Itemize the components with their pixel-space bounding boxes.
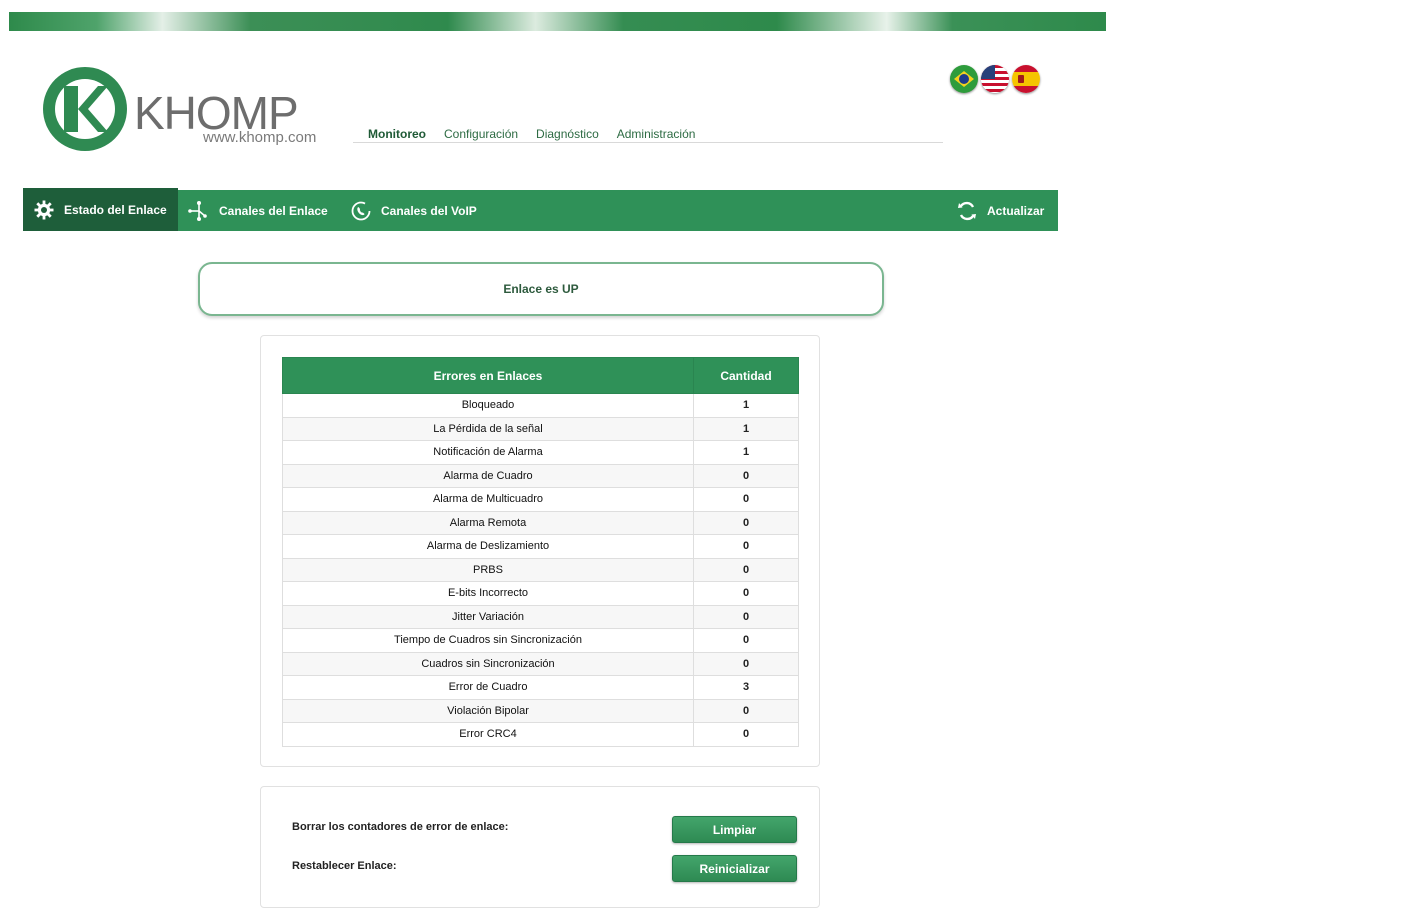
usa-flag-icon[interactable] <box>981 65 1009 93</box>
error-name-cell: PRBS <box>282 557 694 582</box>
table-row: Tiempo de Cuadros sin Sincronización 0 <box>282 628 799 653</box>
link-status-box: Enlace es UP <box>198 262 884 316</box>
error-name-cell: Bloqueado <box>282 393 694 418</box>
table-row: Notificación de Alarma 1 <box>282 440 799 465</box>
reset-button[interactable]: Reinicializar <box>672 855 797 882</box>
language-selector <box>950 65 1040 93</box>
tab-estado-del-enlace[interactable]: Estado del Enlace <box>23 188 178 231</box>
brazil-flag-icon[interactable] <box>950 65 978 93</box>
link-status-text: Enlace es UP <box>503 282 579 296</box>
error-name-cell: La Pérdida de la señal <box>282 416 694 441</box>
refresh-label: Actualizar <box>987 203 1045 218</box>
table-row: Alarma de Cuadro 0 <box>282 463 799 488</box>
error-name-cell: Alarma de Cuadro <box>282 463 694 488</box>
error-count-cell: 1 <box>693 393 799 418</box>
error-name-cell: E-bits Incorrecto <box>282 581 694 606</box>
error-count-cell: 3 <box>693 675 799 700</box>
table-row: Violación Bipolar 0 <box>282 698 799 723</box>
phone-cycle-icon <box>350 200 372 222</box>
top-banner <box>9 12 1106 31</box>
table-row: Error CRC4 0 <box>282 722 799 747</box>
refresh-button[interactable]: Actualizar <box>956 190 1044 231</box>
error-name-cell: Error de Cuadro <box>282 675 694 700</box>
table-row: PRBS 0 <box>282 557 799 582</box>
error-name-cell: Notificación de Alarma <box>282 440 694 465</box>
error-count-cell: 0 <box>693 534 799 559</box>
khomp-logo-icon <box>43 67 127 151</box>
nav-item-monitoreo[interactable]: Monitoreo <box>353 126 435 142</box>
error-count-cell: 0 <box>693 510 799 535</box>
nav-item-configuracion[interactable]: Configuración <box>435 126 527 142</box>
table-row: Jitter Variación 0 <box>282 604 799 629</box>
tab-canales-del-voip[interactable]: Canales del VoIP <box>350 190 477 231</box>
error-name-cell: Alarma de Multicuadro <box>282 487 694 512</box>
error-count-cell: 0 <box>693 581 799 606</box>
error-count-cell: 0 <box>693 557 799 582</box>
error-name-cell: Violación Bipolar <box>282 698 694 723</box>
errors-table: Errores en Enlaces Cantidad Bloqueado 1 La… <box>282 357 799 747</box>
errors-panel: Errores en Enlaces Cantidad Bloqueado 1 La… <box>260 335 820 767</box>
spain-flag-icon[interactable] <box>1012 65 1040 93</box>
error-count-cell: 0 <box>693 698 799 723</box>
table-row: Bloqueado 1 <box>282 393 799 418</box>
error-count-cell: 0 <box>693 604 799 629</box>
errors-table-body: Bloqueado 1 La Pérdida de la señal 1 Notific… <box>282 393 799 747</box>
tab-label: Canales del VoIP <box>381 203 477 218</box>
table-row: Alarma de Deslizamiento 0 <box>282 534 799 559</box>
error-count-cell: 0 <box>693 722 799 747</box>
error-count-cell: 0 <box>693 628 799 653</box>
table-header-row: Errores en Enlaces Cantidad <box>282 357 799 394</box>
khomp-logo: KHOMP www.khomp.com <box>42 66 322 156</box>
actions-panel: Borrar los contadores de error de enlace… <box>260 786 820 908</box>
main-nav: Monitoreo Configuración Diagnóstico Admi… <box>353 126 943 143</box>
error-name-cell: Error CRC4 <box>282 722 694 747</box>
error-count-cell: 0 <box>693 487 799 512</box>
tab-label: Estado del Enlace <box>64 202 167 217</box>
table-row: Alarma Remota 0 <box>282 510 799 535</box>
error-name-cell: Jitter Variación <box>282 604 694 629</box>
refresh-icon <box>956 200 978 222</box>
error-count-cell: 1 <box>693 440 799 465</box>
clear-counters-label: Borrar los contadores de error de enlace… <box>292 821 509 833</box>
brand-url: www.khomp.com <box>203 129 317 146</box>
reset-link-label: Restablecer Enlace: <box>292 860 397 872</box>
branch-icon <box>188 200 210 222</box>
gear-icon <box>33 199 55 221</box>
error-name-cell: Alarma Remota <box>282 510 694 535</box>
table-row: Error de Cuadro 3 <box>282 675 799 700</box>
error-name-cell: Alarma de Deslizamiento <box>282 534 694 559</box>
error-name-cell: Tiempo de Cuadros sin Sincronización <box>282 628 694 653</box>
table-row: E-bits Incorrecto 0 <box>282 581 799 606</box>
tab-canales-del-enlace[interactable]: Canales del Enlace <box>188 190 328 231</box>
table-row: Cuadros sin Sincronización 0 <box>282 651 799 676</box>
clear-button[interactable]: Limpiar <box>672 816 797 843</box>
table-row: La Pérdida de la señal 1 <box>282 416 799 441</box>
table-row: Alarma de Multicuadro 0 <box>282 487 799 512</box>
column-header-quantity: Cantidad <box>693 357 799 394</box>
nav-item-administracion[interactable]: Administración <box>608 126 705 142</box>
error-count-cell: 0 <box>693 651 799 676</box>
error-count-cell: 0 <box>693 463 799 488</box>
tab-label: Canales del Enlace <box>219 203 328 218</box>
nav-item-diagnostico[interactable]: Diagnóstico <box>527 126 608 142</box>
column-header-errors: Errores en Enlaces <box>282 357 694 394</box>
sub-nav: Estado del Enlace Canales del Enlace Can… <box>23 188 1058 231</box>
error-count-cell: 1 <box>693 416 799 441</box>
error-name-cell: Cuadros sin Sincronización <box>282 651 694 676</box>
